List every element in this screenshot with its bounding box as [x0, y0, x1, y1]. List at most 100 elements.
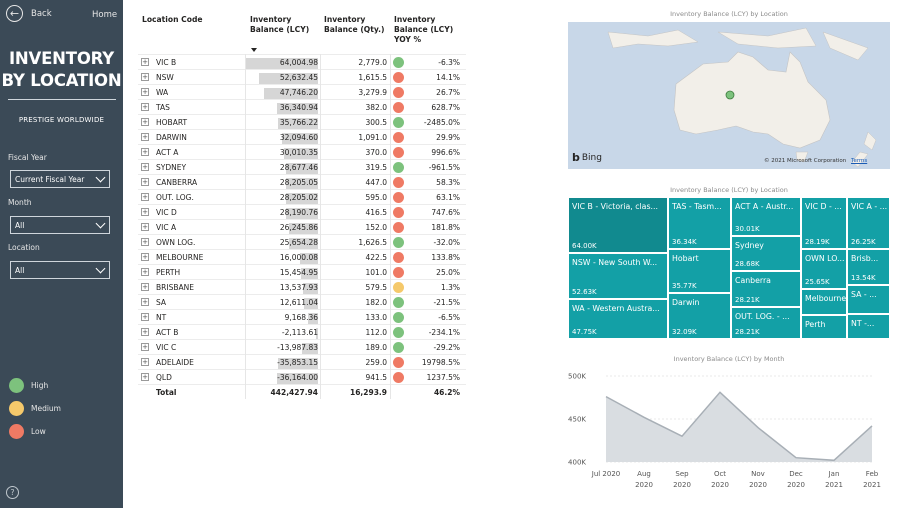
expand-icon[interactable]: +: [141, 148, 149, 156]
table-row[interactable]: + OUT. LOG. 28,205.02 595.0 63.1%: [138, 189, 466, 205]
treemap-tile-label: VIC B - Victoria, clas...: [572, 202, 658, 211]
map-visual[interactable]: b Bing © 2021 Microsoft Corporation Term…: [568, 22, 890, 169]
yoy-value: 25.0%: [436, 268, 460, 277]
expand-icon[interactable]: +: [141, 208, 149, 216]
treemap-tile-value: 28.21K: [735, 328, 760, 336]
treemap-tile[interactable]: Sydney 28.68K: [731, 236, 801, 271]
home-button[interactable]: Home: [92, 10, 117, 20]
x-tick-label-year: 2020: [711, 481, 729, 489]
treemap-tile[interactable]: VIC B - Victoria, clas... 64.00K: [568, 197, 668, 253]
expand-icon[interactable]: +: [141, 223, 149, 231]
status-dot-icon: [393, 267, 404, 278]
treemap-tile[interactable]: Brisb... 13.54K: [847, 249, 890, 285]
map-terms-link[interactable]: Terms: [851, 158, 867, 164]
header-location-code[interactable]: Location Code: [142, 15, 203, 25]
status-dot-icon: [393, 357, 404, 368]
location-code: VIC A: [156, 223, 177, 232]
location-dropdown[interactable]: All: [10, 261, 110, 279]
expand-icon[interactable]: +: [141, 88, 149, 96]
treemap-tile[interactable]: TAS - Tasm... 36.34K: [668, 197, 731, 249]
table-row[interactable]: + ADELAIDE -35,853.15 259.0 19798.5%: [138, 354, 466, 370]
treemap-tile[interactable]: ACT A - Austr... 30.01K: [731, 197, 801, 236]
table-row[interactable]: + OWN LOG. 25,654.28 1,626.5 -32.0%: [138, 234, 466, 250]
table-row[interactable]: + CANBERRA 28,205.05 447.0 58.3%: [138, 174, 466, 190]
treemap-tile-value: 52.63K: [572, 288, 597, 296]
map-canvas: [607, 27, 877, 168]
treemap-tile[interactable]: OUT. LOG. - ... 28.21K: [731, 307, 801, 339]
table-row[interactable]: + BRISBANE 13,537.93 579.5 1.3%: [138, 279, 466, 295]
table-row[interactable]: + PERTH 15,454.95 101.0 25.0%: [138, 264, 466, 280]
treemap-tile-label: TAS - Tasm...: [672, 202, 722, 211]
expand-icon[interactable]: +: [141, 373, 149, 381]
table-row[interactable]: + ACT B -2,113.61 112.0 -234.1%: [138, 324, 466, 340]
back-arrow-icon: ←: [6, 5, 23, 22]
treemap-tile-label: OUT. LOG. - ...: [735, 312, 790, 321]
expand-icon[interactable]: +: [141, 163, 149, 171]
help-icon[interactable]: ?: [6, 486, 19, 499]
month-label: Month: [8, 198, 32, 207]
expand-icon[interactable]: +: [141, 268, 149, 276]
treemap-tile[interactable]: VIC D - ... 28.19K: [801, 197, 847, 249]
area-fill: [606, 392, 872, 462]
table-row[interactable]: + NSW 52,632.45 1,615.5 14.1%: [138, 69, 466, 85]
treemap-tile[interactable]: WA - Western Austra... 47.75K: [568, 299, 668, 339]
table-row[interactable]: + SYDNEY 28,677.46 319.5 -961.5%: [138, 159, 466, 175]
table-row[interactable]: + NT 9,168.36 133.0 -6.5%: [138, 309, 466, 325]
expand-icon[interactable]: +: [141, 238, 149, 246]
expand-icon[interactable]: +: [141, 103, 149, 111]
month-dropdown[interactable]: All: [10, 216, 110, 234]
yoy-value: 181.8%: [431, 223, 460, 232]
treemap-tile[interactable]: NSW - New South W... 52.63K: [568, 253, 668, 299]
table-row[interactable]: + ACT A 30,010.35 370.0 996.6%: [138, 144, 466, 160]
header-balance-qty[interactable]: Inventory Balance (Qty.): [324, 15, 385, 35]
table-row[interactable]: + WA 47,746.20 3,279.9 26.7%: [138, 84, 466, 100]
treemap-tile[interactable]: Perth: [801, 315, 847, 339]
treemap-tile[interactable]: NT -...: [847, 314, 890, 339]
location-code: MELBOURNE: [156, 253, 204, 262]
expand-icon[interactable]: +: [141, 358, 149, 366]
balance-qty-value: 416.5: [365, 208, 387, 217]
expand-icon[interactable]: +: [141, 193, 149, 201]
x-tick-label: Jul 2020: [591, 470, 621, 478]
header-balance-lcy[interactable]: Inventory Balance (LCY): [250, 15, 309, 35]
expand-icon[interactable]: +: [141, 73, 149, 81]
table-row[interactable]: + VIC A 26,245.86 152.0 181.8%: [138, 219, 466, 235]
table-row[interactable]: + MELBOURNE 16,000.08 422.5 133.8%: [138, 249, 466, 265]
table-row[interactable]: + VIC D 28,190.76 416.5 747.6%: [138, 204, 466, 220]
fiscal-year-dropdown[interactable]: Current Fiscal Year: [10, 170, 110, 188]
expand-icon[interactable]: +: [141, 298, 149, 306]
table-row[interactable]: + VIC B 64,004.98 2,779.0 -6.3%: [138, 54, 466, 70]
balance-lcy-value: -35,853.15: [277, 358, 318, 367]
treemap-tile[interactable]: Canberra 28.21K: [731, 271, 801, 307]
treemap-tile[interactable]: SA - ...: [847, 285, 890, 314]
expand-icon[interactable]: +: [141, 313, 149, 321]
expand-icon[interactable]: +: [141, 283, 149, 291]
treemap-tile[interactable]: Hobart 35.77K: [668, 249, 731, 293]
treemap-tile[interactable]: Melbourne: [801, 289, 847, 315]
table-row[interactable]: + TAS 36,340.94 382.0 628.7%: [138, 99, 466, 115]
expand-icon[interactable]: +: [141, 133, 149, 141]
expand-icon[interactable]: +: [141, 328, 149, 336]
balance-qty-value: 259.0: [365, 358, 387, 367]
back-button[interactable]: ← Back: [6, 5, 52, 22]
total-row: Total 442,427.94 16,293.9 46.2%: [138, 384, 466, 399]
treemap-tile[interactable]: VIC A - ... 26.25K: [847, 197, 890, 249]
table-row[interactable]: + QLD -36,164.00 941.5 1237.5%: [138, 369, 466, 385]
header-yoy[interactable]: Inventory Balance (LCY) YOY %: [394, 15, 453, 45]
status-dot-icon: [393, 372, 404, 383]
table-row[interactable]: + VIC C -13,987.83 189.0 -29.2%: [138, 339, 466, 355]
expand-icon[interactable]: +: [141, 178, 149, 186]
balance-lcy-value: 52,632.45: [279, 73, 318, 82]
expand-icon[interactable]: +: [141, 118, 149, 126]
location-code: TAS: [156, 103, 170, 112]
expand-icon[interactable]: +: [141, 253, 149, 261]
treemap-tile[interactable]: Darwin 32.09K: [668, 293, 731, 339]
table-row[interactable]: + DARWIN 32,094.60 1,091.0 29.9%: [138, 129, 466, 145]
expand-icon[interactable]: +: [141, 58, 149, 66]
treemap-tile[interactable]: OWN LO... 25.65K: [801, 249, 847, 289]
table-row[interactable]: + HOBART 35,766.22 300.5 -2485.0%: [138, 114, 466, 130]
yoy-value: -6.3%: [438, 58, 460, 67]
expand-icon[interactable]: +: [141, 343, 149, 351]
table-row[interactable]: + SA 12,611.04 182.0 -21.5%: [138, 294, 466, 310]
balance-lcy-value: 64,004.98: [279, 58, 318, 67]
